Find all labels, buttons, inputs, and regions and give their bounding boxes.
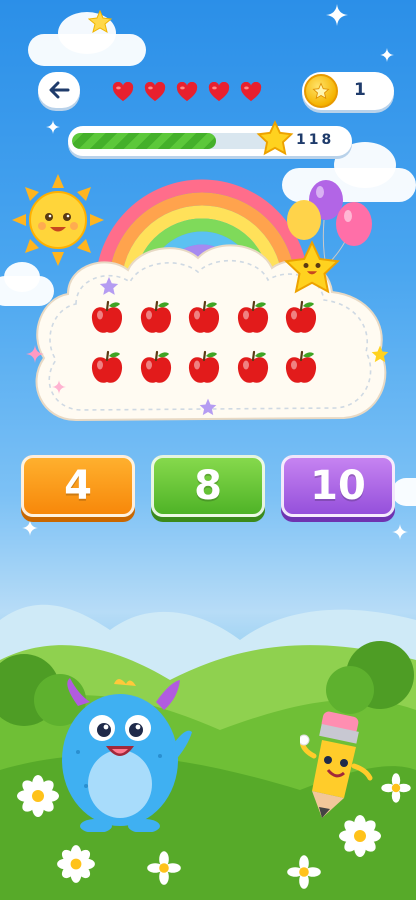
heart-icon	[176, 82, 198, 102]
coin-icon	[304, 74, 338, 108]
arrow-left-icon	[49, 81, 70, 99]
pencil-character	[300, 711, 373, 818]
sparkle-icon	[326, 4, 348, 26]
sparkle-icon	[52, 380, 66, 394]
coin-counter[interactable]: 1	[302, 72, 394, 110]
sparkle-icon	[22, 520, 38, 536]
heart-icon	[112, 82, 134, 102]
answer-option-3[interactable]: 10	[281, 455, 395, 517]
apple-icon	[188, 350, 220, 383]
apple-icon	[140, 300, 171, 333]
sparkle-icon	[46, 120, 60, 134]
sparkle-icon	[380, 48, 394, 62]
apple-icon	[237, 300, 268, 333]
answer-option-2[interactable]: 8	[151, 455, 265, 517]
apple-icon	[285, 350, 317, 383]
coin-count: 1	[354, 80, 366, 100]
back-button[interactable]	[38, 72, 80, 108]
star-icon	[199, 398, 217, 416]
star-icon	[371, 345, 389, 363]
sky-star-icon	[88, 10, 112, 34]
sparkle-icon	[392, 524, 408, 540]
progress-track	[72, 133, 272, 149]
lives-hearts	[112, 82, 262, 102]
monster-character	[62, 678, 192, 832]
answer-option-1[interactable]: 4	[21, 455, 135, 517]
apple-group	[90, 300, 318, 386]
apple-icon	[285, 300, 317, 333]
score-value: 118	[296, 132, 335, 148]
cloud-right-low	[392, 478, 416, 506]
progress-bar: 118	[68, 120, 352, 156]
apple-icon	[140, 350, 171, 383]
star-icon	[99, 276, 119, 295]
heart-icon	[240, 82, 262, 102]
apple-icon	[91, 350, 123, 383]
star-icon	[256, 120, 294, 156]
apple-icon	[237, 350, 268, 383]
apple-icon	[188, 300, 220, 333]
heart-icon	[144, 82, 166, 102]
sparkle-icon	[26, 345, 44, 363]
progress-fill	[72, 133, 216, 149]
heart-icon	[208, 82, 230, 102]
star-character	[284, 240, 340, 294]
apple-icon	[91, 300, 123, 333]
